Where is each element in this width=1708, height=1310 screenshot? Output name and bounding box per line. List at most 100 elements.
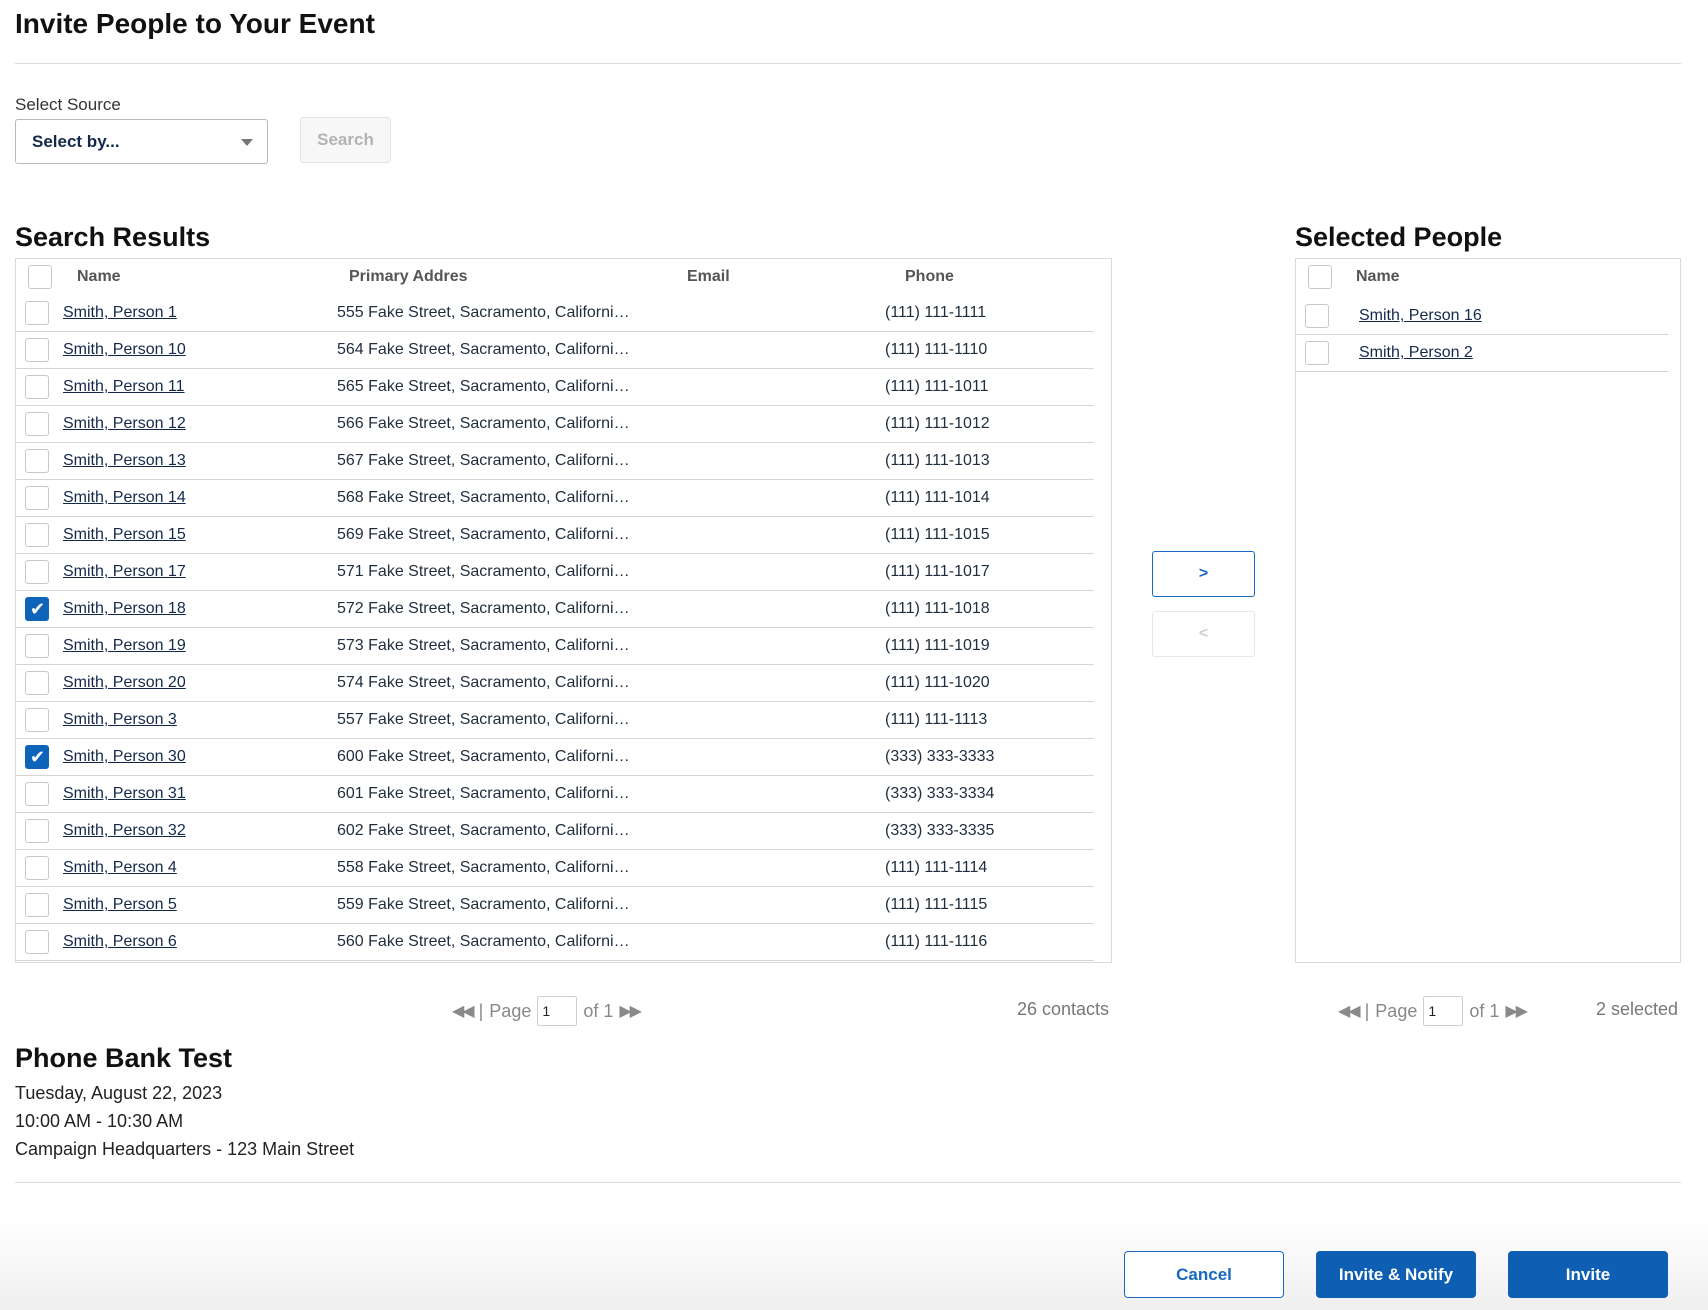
row-checkbox[interactable]	[25, 819, 49, 843]
event-location: Campaign Headquarters - 123 Main Street	[15, 1139, 355, 1159]
person-name-link[interactable]: Smith, Person 15	[63, 526, 186, 544]
row-checkbox[interactable]	[1305, 341, 1329, 365]
person-name-link[interactable]: Smith, Person 19	[63, 637, 186, 655]
event-title: Phone Bank Test	[15, 1043, 233, 1073]
row-checkbox[interactable]	[25, 708, 49, 732]
selected-people-rows: Smith, Person 16 Smith, Person 2	[1296, 298, 1680, 372]
person-name-link[interactable]: Smith, Person 14	[63, 489, 186, 507]
row-checkbox[interactable]	[25, 930, 49, 954]
selected-people-pager: ◀◀ | Page of 1 ▶▶	[1338, 996, 1528, 1026]
table-row[interactable]: Smith, Person 30 600 Fake Street, Sacrame…	[16, 739, 1094, 776]
search-button[interactable]: Search	[300, 117, 391, 163]
last-page-icon[interactable]: ▶▶	[1505, 1001, 1528, 1021]
table-row[interactable]: Smith, Person 3 557 Fake Street, Sacramen…	[16, 702, 1094, 739]
page-label: Page	[1375, 1000, 1418, 1021]
person-name-link[interactable]: Smith, Person 10	[63, 341, 186, 359]
person-name-link[interactable]: Smith, Person 5	[63, 896, 177, 914]
person-name-link[interactable]: Smith, Person 11	[63, 378, 185, 396]
table-row[interactable]: Smith, Person 31 601 Fake Street, Sacrame…	[16, 776, 1094, 813]
row-checkbox[interactable]	[25, 671, 49, 695]
select-all-selected-checkbox[interactable]	[1308, 265, 1332, 289]
row-checkbox[interactable]	[25, 856, 49, 880]
column-header-name[interactable]: Name	[1356, 268, 1400, 286]
page-of-label: of 1	[583, 1000, 614, 1021]
table-row[interactable]: Smith, Person 16	[1296, 298, 1668, 335]
column-header-phone[interactable]: Phone	[905, 268, 954, 286]
primary-address: 569 Fake Street, Sacramento, Californi…	[337, 526, 630, 543]
contacts-count: 26 contacts	[1017, 999, 1110, 1019]
first-page-icon[interactable]: ◀◀	[452, 1001, 475, 1021]
table-row[interactable]: Smith, Person 5 559 Fake Street, Sacramen…	[16, 887, 1094, 924]
primary-address: 559 Fake Street, Sacramento, Californi…	[337, 896, 630, 913]
cancel-button[interactable]: Cancel	[1124, 1251, 1284, 1298]
row-checkbox[interactable]	[25, 782, 49, 806]
row-checkbox[interactable]	[25, 449, 49, 473]
table-row[interactable]: Smith, Person 18 572 Fake Street, Sacrame…	[16, 591, 1094, 628]
select-all-checkbox[interactable]	[28, 265, 52, 289]
table-row[interactable]: Smith, Person 13 567 Fake Street, Sacrame…	[16, 443, 1094, 480]
column-header-address[interactable]: Primary Addres	[349, 268, 468, 286]
pager-separator: |	[1364, 1000, 1370, 1021]
row-checkbox[interactable]	[25, 523, 49, 547]
page-number-input[interactable]	[1423, 996, 1464, 1026]
person-name-link[interactable]: Smith, Person 18	[63, 600, 186, 618]
table-header: Name	[1296, 259, 1680, 295]
table-row[interactable]: Smith, Person 15 569 Fake Street, Sacrame…	[16, 517, 1094, 554]
person-name-link[interactable]: Smith, Person 30	[63, 748, 186, 766]
table-row[interactable]: Smith, Person 32 602 Fake Street, Sacrame…	[16, 813, 1094, 850]
row-checkbox[interactable]	[25, 375, 49, 399]
person-name-link[interactable]: Smith, Person 32	[63, 822, 186, 840]
table-row[interactable]: Smith, Person 4 558 Fake Street, Sacramen…	[16, 850, 1094, 887]
person-name-link[interactable]: Smith, Person 13	[63, 452, 186, 470]
person-name-link[interactable]: Smith, Person 12	[63, 415, 186, 433]
table-row[interactable]: Smith, Person 14 568 Fake Street, Sacrame…	[16, 480, 1094, 517]
phone: (111) 111-1012	[885, 415, 990, 432]
phone: (111) 111-1013	[885, 452, 990, 469]
remove-selected-button[interactable]: <	[1152, 611, 1255, 657]
row-checkbox[interactable]	[25, 893, 49, 917]
table-row[interactable]: Smith, Person 6 560 Fake Street, Sacramen…	[16, 924, 1094, 961]
page-number-input[interactable]	[537, 996, 578, 1026]
page-title: Invite People to Your Event	[15, 8, 375, 39]
table-row[interactable]: Smith, Person 17 571 Fake Street, Sacrame…	[16, 554, 1094, 591]
person-name-link[interactable]: Smith, Person 4	[63, 859, 177, 877]
row-checkbox[interactable]	[25, 745, 49, 769]
person-name-link[interactable]: Smith, Person 6	[63, 933, 177, 951]
row-checkbox[interactable]	[25, 597, 49, 621]
first-page-icon[interactable]: ◀◀	[1338, 1001, 1361, 1021]
row-checkbox[interactable]	[25, 634, 49, 658]
row-checkbox[interactable]	[25, 301, 49, 325]
column-header-email[interactable]: Email	[687, 268, 730, 286]
chevron-down-icon	[241, 139, 253, 146]
person-name-link[interactable]: Smith, Person 3	[63, 711, 177, 729]
table-row[interactable]: Smith, Person 19 573 Fake Street, Sacrame…	[16, 628, 1094, 665]
primary-address: 573 Fake Street, Sacramento, Californi…	[337, 637, 630, 654]
last-page-icon[interactable]: ▶▶	[619, 1001, 642, 1021]
row-checkbox[interactable]	[25, 412, 49, 436]
row-checkbox[interactable]	[25, 560, 49, 584]
phone: (333) 333-3334	[885, 785, 995, 802]
person-name-link[interactable]: Smith, Person 1	[63, 304, 177, 322]
row-checkbox[interactable]	[1305, 304, 1329, 328]
column-header-name[interactable]: Name	[77, 268, 121, 286]
table-row[interactable]: Smith, Person 10 564 Fake Street, Sacrame…	[16, 332, 1094, 369]
primary-address: 555 Fake Street, Sacramento, Californi…	[337, 304, 630, 321]
table-row[interactable]: Smith, Person 20 574 Fake Street, Sacrame…	[16, 665, 1094, 702]
invite-button[interactable]: Invite	[1508, 1251, 1668, 1298]
add-selected-button[interactable]: >	[1152, 551, 1255, 597]
select-source-dropdown[interactable]: Select by...	[15, 119, 268, 164]
table-row[interactable]: Smith, Person 11 565 Fake Street, Sacrame…	[16, 369, 1094, 406]
person-name-link[interactable]: Smith, Person 17	[63, 563, 186, 581]
person-name-link[interactable]: Smith, Person 16	[1359, 307, 1482, 325]
table-row[interactable]: Smith, Person 2	[1296, 335, 1668, 372]
person-name-link[interactable]: Smith, Person 20	[63, 674, 186, 692]
row-checkbox[interactable]	[25, 486, 49, 510]
phone: (111) 111-1113	[885, 711, 988, 728]
person-name-link[interactable]: Smith, Person 31	[63, 785, 186, 803]
person-name-link[interactable]: Smith, Person 2	[1359, 344, 1473, 362]
invite-notify-button[interactable]: Invite & Notify	[1316, 1251, 1476, 1298]
table-row[interactable]: Smith, Person 12 566 Fake Street, Sacrame…	[16, 406, 1094, 443]
table-row[interactable]: Smith, Person 1 555 Fake Street, Sacramen…	[16, 295, 1094, 332]
primary-address: 572 Fake Street, Sacramento, Californi…	[337, 600, 630, 617]
row-checkbox[interactable]	[25, 338, 49, 362]
